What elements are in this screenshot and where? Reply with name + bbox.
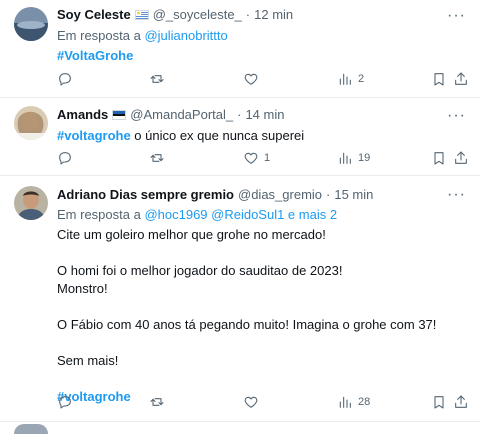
reply-prefix: Em resposta a [57, 207, 141, 222]
hashtag-link[interactable]: #voltagrohe [57, 128, 131, 143]
tweet[interactable]: Amands @AmandaPortal_ · 14 min #voltagro… [0, 98, 480, 176]
tweet-text-line: Monstro! [57, 281, 108, 296]
retweet-button[interactable] [149, 69, 165, 89]
retweet-icon [150, 75, 164, 83]
like-button[interactable]: 1 [243, 148, 270, 168]
avatar[interactable] [14, 7, 48, 41]
tweet-text-line: O Fábio com 40 anos tá pegando muito! Im… [57, 317, 437, 332]
bookmark-button[interactable] [431, 148, 447, 168]
tweet-actions: 28 [57, 392, 470, 412]
reply-icon [59, 73, 71, 86]
reply-context: Em resposta a @hoc1969 @ReidoSul1 e mais… [57, 206, 472, 224]
retweet-icon [150, 398, 164, 406]
avatar[interactable] [14, 106, 48, 140]
more-icon[interactable]: ··· [447, 108, 466, 124]
estonia-flag-icon [112, 110, 127, 120]
like-count: 1 [264, 152, 271, 164]
more-icon[interactable]: ··· [447, 8, 466, 24]
views-icon [339, 396, 351, 408]
share-button[interactable] [453, 392, 469, 412]
share-icon [455, 72, 467, 85]
next-tweet-avatar[interactable] [14, 424, 48, 434]
share-button[interactable] [453, 148, 469, 168]
tweet-actions: 1 19 [57, 148, 470, 168]
views-count: 2 [358, 73, 365, 85]
user-handle[interactable]: @_soyceleste_ [153, 6, 242, 24]
views-icon [339, 152, 351, 164]
timestamp[interactable]: 14 min [245, 106, 284, 124]
hashtag-link[interactable]: #VoltaGrohe [57, 48, 133, 63]
share-icon [455, 395, 467, 408]
separator: · [245, 7, 251, 22]
display-name[interactable]: Soy Celeste [57, 6, 131, 24]
bookmark-icon [434, 152, 444, 165]
tweet-actions: 2 [57, 69, 470, 89]
retweet-icon [150, 154, 164, 162]
share-icon [455, 151, 467, 164]
heart-icon [244, 152, 258, 164]
heart-icon [244, 73, 258, 85]
uruguay-flag-icon [134, 10, 149, 20]
display-name[interactable]: Amands [57, 106, 108, 124]
views-button[interactable]: 19 [337, 148, 370, 168]
timestamp[interactable]: 12 min [254, 6, 293, 24]
like-button[interactable] [243, 69, 259, 89]
like-button[interactable] [243, 392, 259, 412]
tweet-text: #voltagrohe o único ex que nunca superei [57, 127, 472, 145]
views-icon [339, 73, 351, 85]
tweet-header: Adriano Dias sempre gremio @dias_gremio … [57, 186, 472, 204]
reply-icon [59, 396, 71, 409]
tweet-text-line: Cite um goleiro melhor que grohe no merc… [57, 227, 326, 242]
tweet[interactable]: Soy Celeste @_soyceleste_ · 12 min Em re… [0, 0, 480, 98]
views-button[interactable]: 2 [337, 69, 364, 89]
tweet-header: Soy Celeste @_soyceleste_ · 12 min [57, 6, 472, 24]
bookmark-icon [434, 73, 444, 86]
heart-icon [244, 396, 258, 408]
avatar[interactable] [14, 186, 48, 220]
mention-link[interactable]: @hoc1969 @ReidoSul1 e mais 2 [144, 207, 337, 222]
user-handle[interactable]: @dias_gremio [238, 186, 322, 204]
tweet[interactable]: Adriano Dias sempre gremio @dias_gremio … [0, 176, 480, 422]
timestamp[interactable]: 15 min [334, 186, 373, 204]
separator: · [237, 107, 242, 122]
views-button[interactable]: 28 [337, 392, 370, 412]
mention-link[interactable]: @julianobrittto [144, 28, 227, 43]
display-name[interactable]: Adriano Dias sempre gremio [57, 186, 234, 204]
retweet-button[interactable] [149, 148, 165, 168]
tweet-text-body: o único ex que nunca superei [130, 128, 305, 143]
reply-context: Em resposta a @julianobrittto [57, 27, 472, 45]
reply-prefix: Em resposta a [57, 28, 141, 43]
user-handle[interactable]: @AmandaPortal_ [130, 106, 233, 124]
reply-button[interactable] [57, 392, 73, 412]
tweet-text-line: O homi foi o melhor jogador do sauditao … [57, 263, 343, 278]
more-icon[interactable]: ··· [447, 187, 466, 203]
bookmark-button[interactable] [431, 392, 447, 412]
views-count: 19 [358, 152, 371, 164]
share-button[interactable] [453, 69, 469, 89]
reply-icon [59, 152, 71, 165]
views-count: 28 [358, 396, 371, 408]
reply-button[interactable] [57, 148, 73, 168]
tweet-header: Amands @AmandaPortal_ · 14 min [57, 106, 472, 124]
tweet-text-line: Sem mais! [57, 353, 119, 368]
separator: · [326, 187, 331, 202]
bookmark-icon [434, 396, 444, 409]
bookmark-button[interactable] [431, 69, 447, 89]
retweet-button[interactable] [149, 392, 165, 412]
reply-button[interactable] [57, 69, 73, 89]
